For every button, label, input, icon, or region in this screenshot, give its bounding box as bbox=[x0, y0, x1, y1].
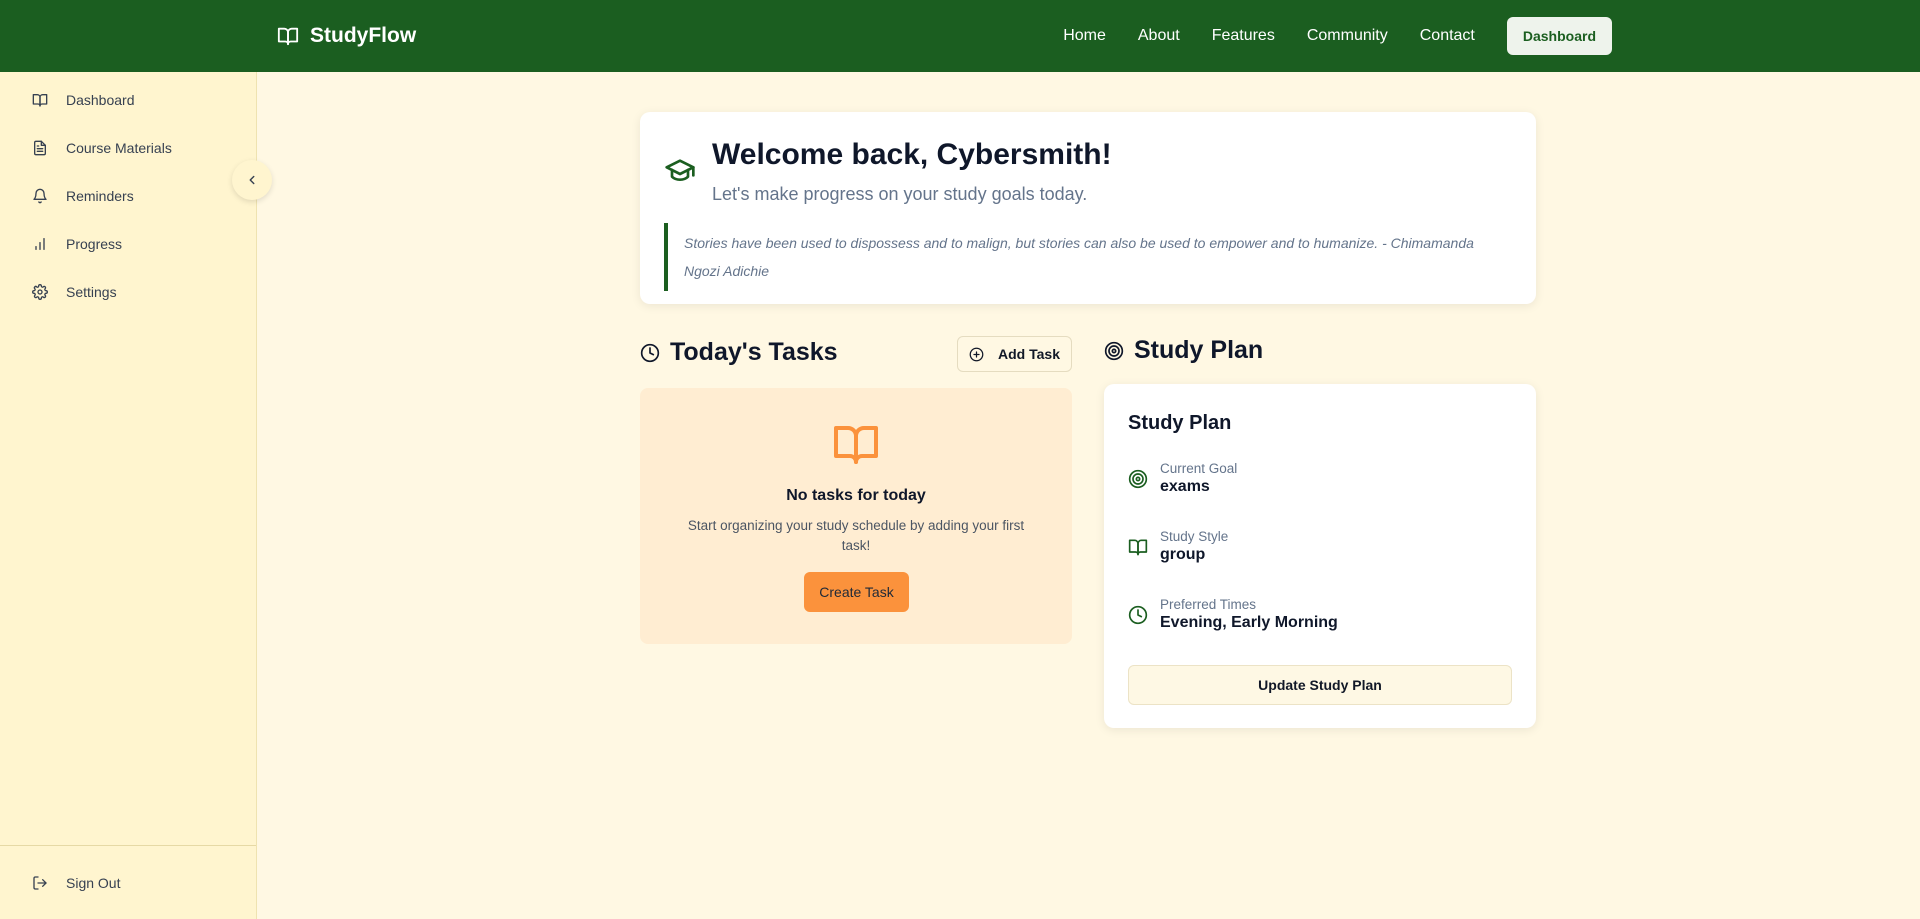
empty-state-title: No tasks for today bbox=[786, 487, 926, 504]
empty-state-message: Start organizing your study schedule by … bbox=[687, 518, 1025, 553]
add-task-button[interactable]: Add Task bbox=[957, 336, 1072, 372]
plan-value: group bbox=[1160, 546, 1206, 563]
target-icon bbox=[1128, 469, 1148, 489]
clock-icon bbox=[640, 343, 660, 363]
top-navigation-bar: StudyFlow Home About Features Community … bbox=[0, 0, 1920, 72]
log-out-icon bbox=[32, 875, 48, 891]
sign-out-label: Sign Out bbox=[66, 874, 121, 891]
chevron-left-icon bbox=[245, 173, 259, 187]
bar-chart-icon bbox=[32, 236, 48, 252]
sidebar-item-label: Course Materials bbox=[66, 140, 172, 156]
add-task-label: Add Task bbox=[998, 346, 1060, 362]
sidebar-item-progress[interactable]: Progress bbox=[0, 220, 256, 268]
target-icon bbox=[1104, 341, 1124, 361]
motivational-quote: Stories have been used to dispossess and… bbox=[664, 223, 1512, 291]
sidebar-item-course-materials[interactable]: Course Materials bbox=[0, 124, 256, 172]
book-open-icon bbox=[32, 92, 48, 108]
sign-out-button[interactable]: Sign Out bbox=[0, 846, 120, 919]
plan-label: Preferred Times bbox=[1160, 597, 1257, 612]
sidebar-item-label: Progress bbox=[66, 236, 123, 252]
nav-community[interactable]: Community bbox=[1307, 27, 1388, 45]
gear-icon bbox=[32, 284, 48, 300]
nav-about[interactable]: About bbox=[1138, 27, 1180, 45]
study-plan-heading: Study Plan bbox=[1104, 336, 1263, 365]
sidebar-item-settings[interactable]: Settings bbox=[0, 268, 256, 316]
book-open-icon bbox=[276, 25, 300, 47]
welcome-card: Welcome back, Cybersmith! Let's make pro… bbox=[640, 112, 1536, 304]
study-plan-card-title: Study Plan bbox=[1128, 412, 1232, 434]
sidebar-collapse-button[interactable] bbox=[232, 160, 272, 200]
update-study-plan-button[interactable]: Update Study Plan bbox=[1128, 665, 1512, 705]
bell-icon bbox=[32, 188, 48, 204]
main-nav: Home About Features Community Contact Da… bbox=[1031, 0, 1612, 72]
welcome-title: Welcome back, Cybersmith! bbox=[712, 138, 1112, 171]
sidebar-item-label: Reminders bbox=[66, 188, 134, 204]
sidebar-item-dashboard[interactable]: Dashboard bbox=[0, 76, 256, 124]
clock-icon bbox=[1128, 605, 1148, 625]
study-plan-card: Study Plan Current Goal exams Study Styl… bbox=[1104, 384, 1536, 728]
plan-row-current-goal: Current Goal exams bbox=[1128, 461, 1237, 496]
plus-circle-icon bbox=[969, 347, 984, 362]
sidebar-footer: Sign Out bbox=[0, 845, 256, 919]
nav-home[interactable]: Home bbox=[1063, 27, 1106, 45]
sidebar-item-reminders[interactable]: Reminders bbox=[0, 172, 256, 220]
tasks-heading: Today's Tasks bbox=[640, 338, 838, 367]
plan-row-study-style: Study Style group bbox=[1128, 529, 1228, 564]
welcome-subtitle: Let's make progress on your study goals … bbox=[712, 184, 1088, 204]
nav-contact[interactable]: Contact bbox=[1420, 27, 1475, 45]
graduation-cap-icon bbox=[664, 154, 696, 186]
plan-value: Evening, Early Morning bbox=[1160, 614, 1338, 631]
plan-label: Current Goal bbox=[1160, 461, 1238, 476]
sidebar: Dashboard Course Materials Reminders Pro… bbox=[0, 72, 257, 919]
tasks-empty-state: No tasks for today Start organizing your… bbox=[640, 388, 1072, 644]
book-open-icon bbox=[830, 420, 882, 468]
nav-features[interactable]: Features bbox=[1212, 27, 1275, 45]
sidebar-item-label: Settings bbox=[66, 284, 117, 300]
plan-label: Study Style bbox=[1160, 529, 1229, 544]
create-task-button[interactable]: Create Task bbox=[804, 572, 909, 612]
plan-row-preferred-times: Preferred Times Evening, Early Morning bbox=[1128, 597, 1338, 632]
nav-dashboard-button[interactable]: Dashboard bbox=[1506, 17, 1612, 55]
tasks-heading-label: Today's Tasks bbox=[670, 338, 838, 366]
brand-logo[interactable]: StudyFlow bbox=[276, 0, 416, 72]
sidebar-item-label: Dashboard bbox=[66, 92, 135, 108]
book-open-icon bbox=[1128, 537, 1148, 557]
brand-name: StudyFlow bbox=[310, 24, 417, 47]
study-plan-heading-label: Study Plan bbox=[1134, 336, 1264, 364]
file-text-icon bbox=[32, 140, 48, 156]
plan-value: exams bbox=[1160, 478, 1210, 495]
